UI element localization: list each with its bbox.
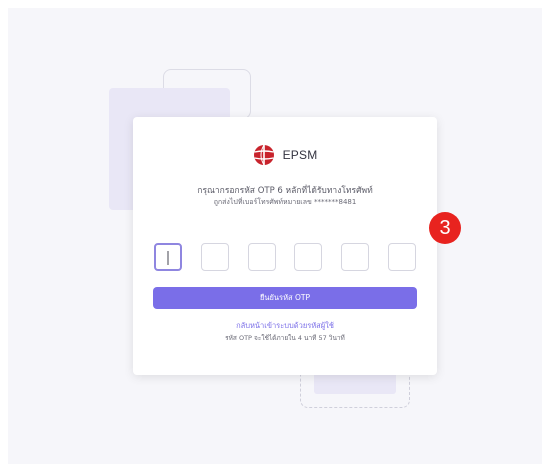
verify-otp-button[interactable]: ยืนยันรหัส OTP [153, 287, 417, 309]
otp-digit-4[interactable] [294, 243, 323, 271]
step-number-badge: 3 [429, 212, 461, 244]
page: EPSM กรุณากรอกรหัส OTP 6 หลักที่ได้รับทา… [0, 0, 550, 472]
otp-digit-6[interactable] [387, 243, 416, 271]
otp-sent-to-phone: ถูกส่งไปที่เบอร์โทรศัพท์หมายเลข *******8… [213, 198, 357, 206]
back-to-login-link[interactable]: กลับหน้าเข้าระบบด้วยรหัสผู้ใช้ [133, 320, 437, 332]
otp-digit-5[interactable] [341, 243, 370, 271]
otp-expiry-text: รหัส OTP จะใช้ได้ภายใน 4 นาที 57 วินาที [225, 334, 345, 342]
otp-instruction: กรุณากรอกรหัส OTP 6 หลักที่ได้รับทางโทรศ… [197, 186, 373, 196]
text-caret [167, 251, 169, 265]
otp-digit-1[interactable] [154, 243, 182, 271]
brand-name: EPSM [282, 148, 318, 162]
epsm-globe-logo-icon [253, 144, 275, 166]
otp-digit-3[interactable] [247, 243, 276, 271]
brand-header: EPSM [133, 141, 437, 169]
otp-input-group [154, 243, 416, 273]
otp-card: EPSM กรุณากรอกรหัส OTP 6 หลักที่ได้รับทา… [133, 117, 437, 375]
otp-digit-2[interactable] [200, 243, 229, 271]
